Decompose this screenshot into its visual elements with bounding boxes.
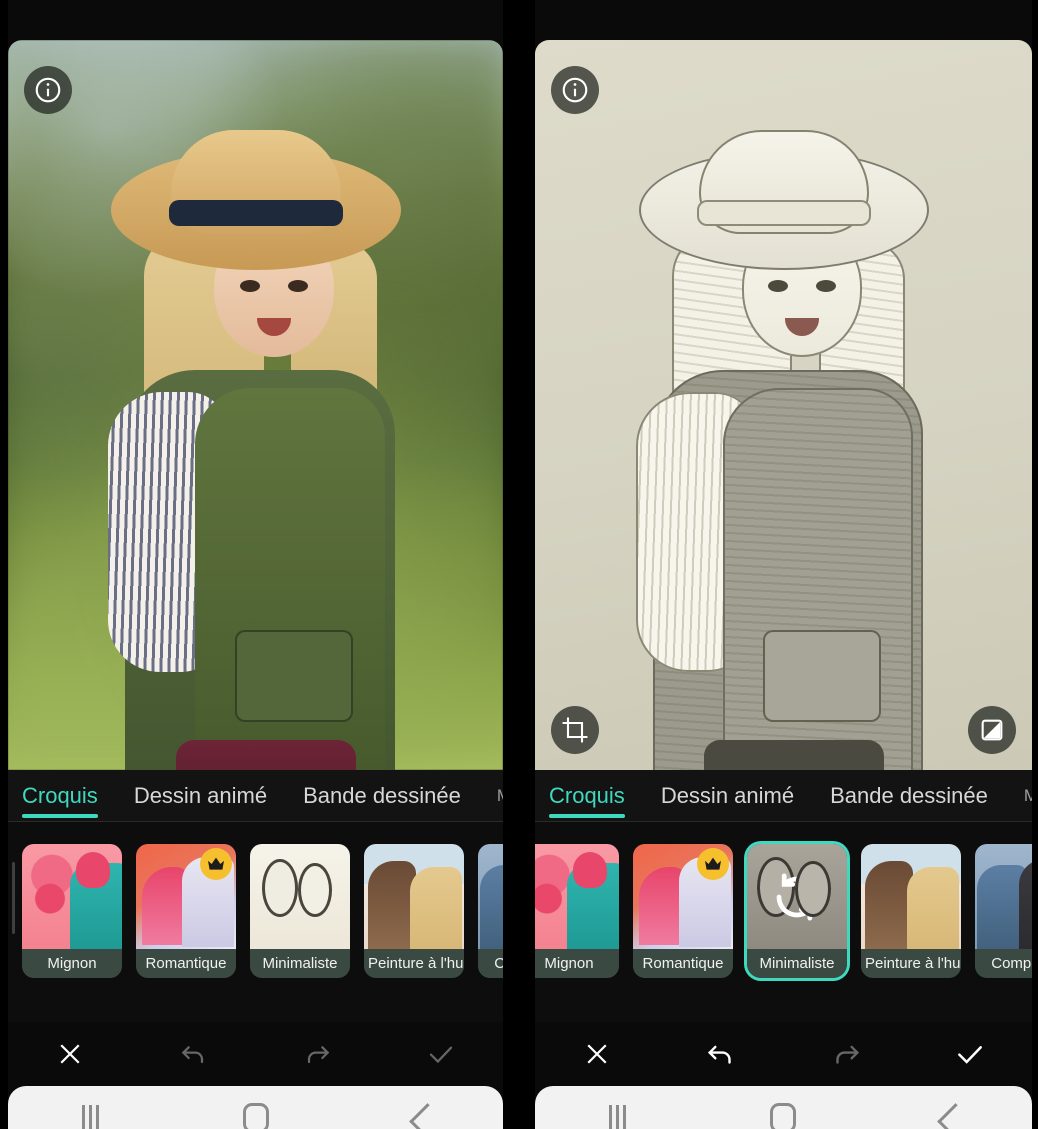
recents-button[interactable]	[56, 1096, 126, 1129]
redo-button[interactable]	[289, 1032, 345, 1076]
thumb-label: Peinture à l'huile	[364, 949, 464, 978]
style-thumb-mignon[interactable]: Mignon	[22, 844, 122, 978]
undo-button[interactable]	[166, 1032, 222, 1076]
thumb-artwork	[535, 844, 619, 949]
tab-croquis[interactable]: Croquis	[18, 770, 116, 822]
style-thumb-peinture-a-lhuile[interactable]: Peinture à l'huile	[364, 844, 464, 978]
back-button[interactable]	[914, 1096, 984, 1129]
thumb-label: Complexe	[478, 949, 503, 978]
style-thumb-romantique[interactable]: Romantique	[136, 844, 236, 978]
thumb-artwork	[747, 844, 847, 949]
style-thumb-peinture-a-lhuile[interactable]: Peinture à l'huile	[861, 844, 961, 978]
tab-croquis[interactable]: Croquis	[545, 770, 643, 822]
app-screen-after: Croquis Dessin animé Bande dessinée Modè…	[535, 0, 1032, 1129]
style-thumb-romantique[interactable]: Romantique	[633, 844, 733, 978]
image-canvas-after[interactable]	[535, 40, 1032, 770]
tab-dessin-anime[interactable]: Dessin animé	[643, 770, 812, 822]
style-thumbnail-strip-after[interactable]: Mignon Romantique Minimaliste Peinture à…	[535, 822, 1032, 1022]
thumb-label: Romantique	[136, 949, 236, 978]
style-thumb-complexe[interactable]: Complexe	[975, 844, 1032, 978]
back-button[interactable]	[386, 1096, 456, 1129]
thumb-label: Mignon	[22, 949, 122, 978]
android-navbar-after	[535, 1086, 1032, 1129]
thumb-label: Complexe	[975, 949, 1032, 978]
confirm-button[interactable]	[942, 1032, 998, 1076]
home-button[interactable]	[221, 1096, 291, 1129]
thumb-label: Mignon	[535, 949, 619, 978]
style-thumb-minimaliste[interactable]: Minimaliste	[747, 844, 847, 978]
crown-icon	[200, 848, 232, 880]
style-thumbnail-strip-before[interactable]: Mignon Romantique Minimaliste Peinture à…	[8, 822, 503, 1022]
tab-bande-dessinee[interactable]: Bande dessinée	[285, 770, 479, 822]
loading-spinner-icon	[747, 844, 847, 949]
thumb-artwork	[364, 844, 464, 949]
style-category-tabs-before: Croquis Dessin animé Bande dessinée Modè…	[8, 770, 503, 822]
thumb-label: Minimaliste	[250, 949, 350, 978]
info-icon[interactable]	[551, 66, 599, 114]
thumb-artwork	[22, 844, 122, 949]
style-thumb-mignon[interactable]: Mignon	[535, 844, 619, 978]
redo-button[interactable]	[818, 1032, 874, 1076]
image-canvas-before[interactable]	[8, 40, 503, 770]
home-button[interactable]	[748, 1096, 818, 1129]
close-button[interactable]	[42, 1032, 98, 1076]
info-icon[interactable]	[24, 66, 72, 114]
phone-panel-after: Croquis Dessin animé Bande dessinée Modè…	[519, 0, 1038, 1129]
thumb-artwork	[975, 844, 1032, 949]
style-category-tabs-after: Croquis Dessin animé Bande dessinée Modè…	[535, 770, 1032, 822]
thumb-label: Minimaliste	[747, 949, 847, 978]
tab-modele[interactable]: Modèle	[479, 770, 503, 822]
thumb-artwork	[250, 844, 350, 949]
phone-panel-before: Croquis Dessin animé Bande dessinée Modè…	[0, 0, 519, 1129]
app-screen-before: Croquis Dessin animé Bande dessinée Modè…	[8, 0, 503, 1129]
confirm-button[interactable]	[413, 1032, 469, 1076]
tab-dessin-anime[interactable]: Dessin animé	[116, 770, 285, 822]
sketch-subject	[535, 40, 1032, 770]
crop-icon[interactable]	[551, 706, 599, 754]
android-navbar-before	[8, 1086, 503, 1129]
undo-button[interactable]	[693, 1032, 749, 1076]
tab-bande-dessinee[interactable]: Bande dessinée	[812, 770, 1006, 822]
thumb-label: Romantique	[633, 949, 733, 978]
crown-icon	[697, 848, 729, 880]
tab-modele[interactable]: Modèle	[1006, 770, 1032, 822]
style-thumb-minimaliste[interactable]: Minimaliste	[250, 844, 350, 978]
compare-icon[interactable]	[968, 706, 1016, 754]
screenshot-stage: Croquis Dessin animé Bande dessinée Modè…	[0, 0, 1038, 1129]
strip-scrollbar[interactable]	[12, 862, 15, 934]
thumb-artwork	[861, 844, 961, 949]
thumb-artwork	[478, 844, 503, 949]
action-bar-after	[535, 1022, 1032, 1086]
thumb-label: Peinture à l'huile	[861, 949, 961, 978]
action-bar-before	[8, 1022, 503, 1086]
recents-button[interactable]	[583, 1096, 653, 1129]
close-button[interactable]	[569, 1032, 625, 1076]
style-thumb-complexe[interactable]: Complexe	[478, 844, 503, 978]
photo-subject	[8, 40, 503, 770]
